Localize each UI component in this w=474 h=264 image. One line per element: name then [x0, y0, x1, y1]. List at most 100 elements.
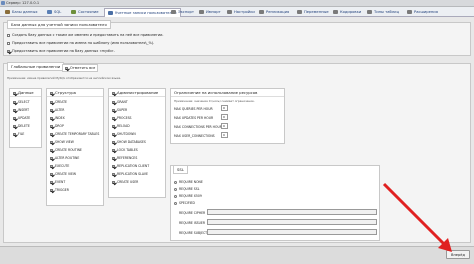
option-grant-db[interactable]: Предоставить все привилегии на базу данн… — [7, 49, 115, 53]
priv-show-databases[interactable]: SHOW DATABASES — [112, 140, 146, 144]
priv-create[interactable]: CREATE — [50, 100, 67, 104]
priv-alter-routine[interactable]: ALTER ROUTINE — [50, 156, 79, 160]
checkbox-checked[interactable] — [112, 156, 115, 160]
ssl-require-none[interactable]: REQUIRE NONE — [174, 180, 203, 184]
checkbox-checked[interactable] — [112, 164, 115, 168]
tab-engines[interactable]: Типы таблиц — [364, 8, 402, 16]
checkbox-checked[interactable] — [13, 124, 16, 128]
sql-icon — [47, 10, 52, 14]
checkbox-checked[interactable] — [50, 108, 53, 112]
checkbox-checked[interactable] — [50, 140, 53, 144]
breadcrumb[interactable]: Сервер: 127.0.0.1 — [6, 1, 39, 5]
priv-lock-tables[interactable]: LOCK TABLES — [112, 148, 138, 152]
tab-replication[interactable]: Репликация — [256, 8, 292, 16]
max-user-connections-input[interactable]: 0 — [221, 132, 228, 138]
tab-export[interactable]: Экспорт — [168, 8, 197, 16]
checkbox-checked[interactable] — [112, 140, 115, 144]
checkbox-checked[interactable] — [50, 100, 53, 104]
priv-grant[interactable]: GRANT — [112, 100, 128, 104]
priv-insert[interactable]: INSERT — [13, 108, 29, 112]
checkbox[interactable] — [7, 41, 10, 45]
priv-replication-client[interactable]: REPLICATION CLIENT — [112, 164, 149, 168]
priv-alter[interactable]: ALTER — [50, 108, 64, 112]
checkbox-checked[interactable] — [50, 116, 53, 120]
priv-file[interactable]: FILE — [13, 132, 24, 136]
checkbox-checked[interactable] — [13, 132, 16, 136]
checkbox-checked[interactable] — [50, 188, 53, 192]
tab-charsets[interactable]: Кодировки — [330, 8, 364, 16]
tab-settings[interactable]: Настройки — [224, 8, 258, 16]
check-all-checkbox[interactable] — [65, 66, 68, 70]
tab-status[interactable]: Состояние — [68, 8, 102, 16]
option-create-db[interactable]: Создать базу данных с таким же именем и … — [7, 33, 164, 37]
ssl-subject-input[interactable] — [207, 229, 377, 235]
ssl-issuer-input[interactable] — [207, 219, 377, 225]
priv-replication-slave[interactable]: REPLICATION SLAVE — [112, 172, 148, 176]
checkbox-checked[interactable] — [13, 116, 16, 120]
admin-group-header[interactable]: Администрирование — [109, 89, 165, 97]
max-connections-input[interactable]: 0 — [221, 123, 228, 129]
checkbox-checked[interactable] — [112, 172, 115, 176]
checkbox-checked[interactable] — [112, 100, 115, 104]
priv-shutdown[interactable]: SHUTDOWN — [112, 132, 136, 136]
checkbox-checked[interactable] — [112, 132, 115, 136]
checkbox-checked[interactable] — [50, 172, 53, 176]
check-all[interactable]: Отметить все — [62, 64, 99, 72]
tab-variables[interactable]: Переменные — [294, 8, 332, 16]
priv-references[interactable]: REFERENCES — [112, 156, 137, 160]
admin-group-checkbox[interactable] — [112, 91, 115, 95]
checkbox-checked[interactable] — [7, 49, 10, 53]
priv-drop[interactable]: DROP — [50, 124, 64, 128]
priv-event[interactable]: EVENT — [50, 180, 65, 184]
ssl-group: SSL REQUIRE NONE REQUIRE SSL REQUIRE X50… — [170, 165, 380, 241]
priv-show-view[interactable]: SHOW VIEW — [50, 140, 74, 144]
structure-group-header[interactable]: Структура — [47, 89, 103, 97]
priv-update[interactable]: UPDATE — [13, 116, 30, 120]
checkbox-checked[interactable] — [112, 108, 115, 112]
priv-execute[interactable]: EXECUTE — [50, 164, 69, 168]
radio[interactable] — [174, 187, 177, 191]
checkbox-checked[interactable] — [13, 100, 16, 104]
data-group-header[interactable]: Данные — [10, 89, 41, 97]
structure-group-checkbox[interactable] — [50, 91, 53, 95]
checkbox-checked[interactable] — [50, 180, 53, 184]
ssl-cipher-input[interactable] — [207, 209, 377, 215]
priv-super[interactable]: SUPER — [112, 108, 127, 112]
priv-create-view[interactable]: CREATE VIEW — [50, 172, 76, 176]
radio[interactable] — [174, 201, 177, 205]
checkbox-checked[interactable] — [112, 180, 115, 184]
priv-process[interactable]: PROCESS — [112, 116, 132, 120]
checkbox-checked[interactable] — [50, 132, 53, 136]
priv-trigger[interactable]: TRIGGER — [50, 188, 69, 192]
data-group-checkbox[interactable] — [13, 91, 16, 95]
checkbox-checked[interactable] — [50, 124, 53, 128]
priv-select[interactable]: SELECT — [13, 100, 30, 104]
checkbox-checked[interactable] — [112, 124, 115, 128]
ssl-require-ssl[interactable]: REQUIRE SSL — [174, 187, 199, 191]
checkbox[interactable] — [7, 33, 10, 37]
tab-plugins[interactable]: Расширения — [404, 8, 441, 16]
ssl-require-x509[interactable]: REQUIRE X509 — [174, 194, 202, 198]
tab-databases[interactable]: Базы данных — [2, 8, 41, 16]
radio[interactable] — [174, 194, 177, 198]
priv-reload[interactable]: RELOAD — [112, 124, 130, 128]
max-queries-input[interactable]: 0 — [221, 105, 228, 111]
priv-create-user[interactable]: CREATE USER — [112, 180, 138, 184]
option-wildcard-db[interactable]: Предоставить все привилегии на имена по … — [7, 41, 154, 45]
priv-create-temp[interactable]: CREATE TEMPORARY TABLES — [50, 132, 99, 136]
priv-create-routine[interactable]: CREATE ROUTINE — [50, 148, 82, 152]
plugins-icon — [407, 10, 412, 14]
checkbox-checked[interactable] — [50, 156, 53, 160]
checkbox-checked[interactable] — [112, 148, 115, 152]
tab-import[interactable]: Импорт — [196, 8, 224, 16]
radio-selected[interactable] — [174, 180, 177, 184]
max-updates-input[interactable]: 0 — [221, 114, 228, 120]
tab-sql[interactable]: SQL — [44, 8, 64, 16]
ssl-specified[interactable]: SPECIFIED — [174, 201, 195, 205]
priv-delete[interactable]: DELETE — [13, 124, 30, 128]
checkbox-checked[interactable] — [13, 108, 16, 112]
checkbox-checked[interactable] — [112, 116, 115, 120]
priv-index[interactable]: INDEX — [50, 116, 65, 120]
checkbox-checked[interactable] — [50, 164, 53, 168]
checkbox-checked[interactable] — [50, 148, 53, 152]
